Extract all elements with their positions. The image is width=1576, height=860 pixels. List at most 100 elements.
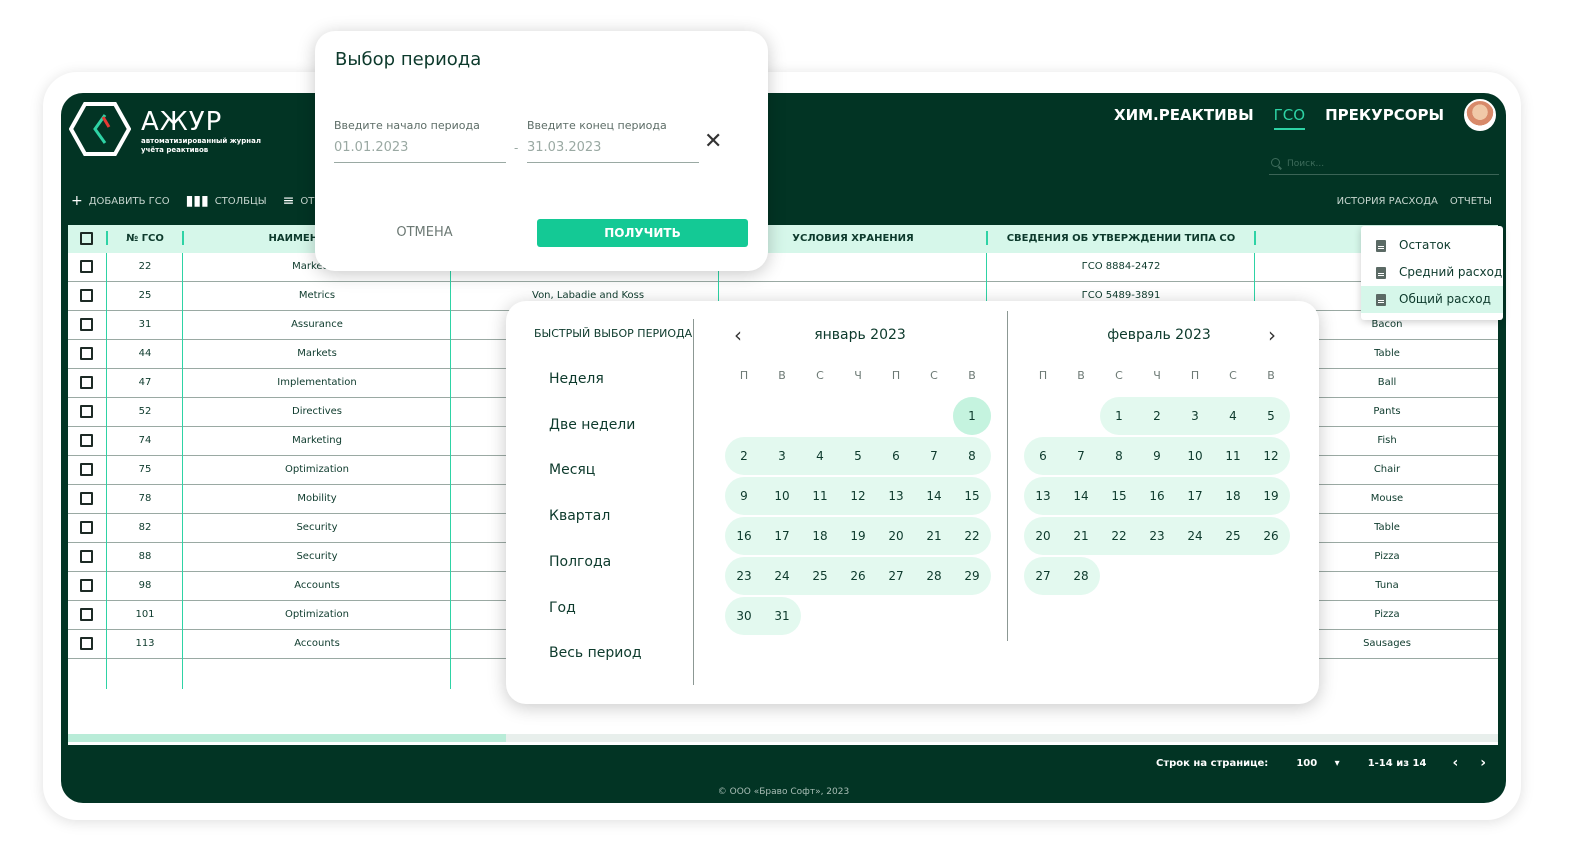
row-checkbox[interactable] <box>80 463 93 476</box>
calendar-day[interactable]: 14 <box>915 477 953 515</box>
calendar-day[interactable]: 23 <box>1138 517 1176 555</box>
calendar-day[interactable]: 22 <box>1100 517 1138 555</box>
logo[interactable]: АЖУР автоматизированный журнал учёта реа… <box>68 101 261 157</box>
calendar-day[interactable]: 7 <box>915 437 953 475</box>
report-item-balance[interactable]: Остаток <box>1361 232 1503 259</box>
table-row[interactable]: 22MarketingSpencer - BeckerГСО 8884-2472 <box>68 253 1498 282</box>
calendar-day[interactable]: 25 <box>801 557 839 595</box>
row-checkbox[interactable] <box>80 492 93 505</box>
horizontal-scrollbar[interactable] <box>68 734 1498 742</box>
search-input[interactable]: Поиск... <box>1269 155 1499 175</box>
calendar-day[interactable]: 20 <box>1024 517 1062 555</box>
calendar-day[interactable]: 9 <box>1138 437 1176 475</box>
calendar-day[interactable]: 8 <box>1100 437 1138 475</box>
quick-option[interactable]: Год <box>549 600 576 616</box>
reports-button[interactable]: ОТЧЕТЫ <box>1450 196 1492 207</box>
calendar-day[interactable]: 27 <box>1024 557 1062 595</box>
row-checkbox[interactable] <box>80 550 93 563</box>
row-checkbox[interactable] <box>80 260 93 273</box>
report-item-total[interactable]: Общий расход <box>1361 286 1503 313</box>
calendar-day[interactable]: 15 <box>1100 477 1138 515</box>
calendar-day[interactable]: 26 <box>839 557 877 595</box>
get-button[interactable]: ПОЛУЧИТЬ <box>537 219 748 247</box>
calendar-day[interactable]: 18 <box>1214 477 1252 515</box>
calendar-day[interactable]: 11 <box>801 477 839 515</box>
calendar-day[interactable]: 21 <box>915 517 953 555</box>
calendar-day[interactable]: 17 <box>1176 477 1214 515</box>
row-checkbox[interactable] <box>80 579 93 592</box>
calendar-day[interactable]: 27 <box>877 557 915 595</box>
calendar-day[interactable]: 24 <box>763 557 801 595</box>
calendar-day[interactable]: 18 <box>801 517 839 555</box>
calendar-day[interactable]: 1 <box>1100 397 1138 435</box>
quick-option[interactable]: Весь период <box>549 645 642 661</box>
calendar-day[interactable]: 14 <box>1062 477 1100 515</box>
prev-page-icon[interactable]: ‹ <box>1452 755 1458 771</box>
cancel-button[interactable]: ОТМЕНА <box>357 219 492 247</box>
quick-option[interactable]: Квартал <box>549 508 610 524</box>
calendar-day[interactable]: 29 <box>953 557 991 595</box>
calendar-day[interactable]: 8 <box>953 437 991 475</box>
calendar-day[interactable]: 9 <box>725 477 763 515</box>
calendar-day[interactable]: 13 <box>1024 477 1062 515</box>
calendar-day[interactable]: 10 <box>1176 437 1214 475</box>
history-button[interactable]: ИСТОРИЯ РАСХОДА <box>1337 196 1438 207</box>
calendar-day[interactable]: 12 <box>839 477 877 515</box>
calendar-day[interactable]: 4 <box>1214 397 1252 435</box>
calendar-day[interactable]: 28 <box>915 557 953 595</box>
calendar-day[interactable]: 3 <box>763 437 801 475</box>
row-checkbox[interactable] <box>80 608 93 621</box>
row-checkbox[interactable] <box>80 434 93 447</box>
calendar-day[interactable]: 19 <box>839 517 877 555</box>
calendar-day[interactable]: 26 <box>1252 517 1290 555</box>
row-checkbox[interactable] <box>80 405 93 418</box>
quick-option[interactable]: Месяц <box>549 462 595 478</box>
report-item-average[interactable]: Средний расход <box>1361 259 1503 286</box>
calendar-day[interactable]: 5 <box>839 437 877 475</box>
calendar-day[interactable]: 20 <box>877 517 915 555</box>
calendar-day[interactable]: 3 <box>1176 397 1214 435</box>
quick-option[interactable]: Две недели <box>549 417 635 433</box>
quick-option[interactable]: Неделя <box>549 371 604 387</box>
calendar-day[interactable]: 16 <box>725 517 763 555</box>
row-checkbox[interactable] <box>80 318 93 331</box>
end-date-input[interactable]: 31.03.2023 <box>527 137 699 163</box>
row-checkbox[interactable] <box>80 289 93 302</box>
calendar-day[interactable]: 5 <box>1252 397 1290 435</box>
start-date-input[interactable]: 01.01.2023 <box>334 137 506 163</box>
calendar-day[interactable]: 19 <box>1252 477 1290 515</box>
quick-option[interactable]: Полгода <box>549 554 611 570</box>
calendar-day[interactable]: 11 <box>1214 437 1252 475</box>
close-icon[interactable]: ✕ <box>704 129 722 154</box>
calendar-day[interactable]: 16 <box>1138 477 1176 515</box>
scrollbar-thumb[interactable] <box>68 734 506 742</box>
row-checkbox[interactable] <box>80 376 93 389</box>
rows-per-page-select[interactable]: 100 ▾ <box>1282 758 1339 769</box>
calendar-day[interactable]: 2 <box>1138 397 1176 435</box>
calendar-day[interactable]: 15 <box>953 477 991 515</box>
calendar-day[interactable]: 2 <box>725 437 763 475</box>
header-approval[interactable]: СВЕДЕНИЯ ОБ УТВЕРЖДЕНИИ ТИПА СО <box>988 225 1254 253</box>
calendar-day[interactable]: 12 <box>1252 437 1290 475</box>
calendar-day[interactable]: 23 <box>725 557 763 595</box>
header-num[interactable]: № ГСО <box>108 225 182 253</box>
row-checkbox[interactable] <box>80 347 93 360</box>
calendar-day[interactable]: 30 <box>725 597 763 635</box>
nav-precursors[interactable]: ПРЕКУРСОРЫ <box>1325 100 1444 130</box>
calendar-day[interactable]: 6 <box>1024 437 1062 475</box>
calendar-day[interactable]: 4 <box>801 437 839 475</box>
nav-gso[interactable]: ГСО <box>1273 100 1306 130</box>
add-gso-button[interactable]: + ДОБАВИТЬ ГСО <box>71 193 170 209</box>
nav-chem-reagents[interactable]: ХИМ.РЕАКТИВЫ <box>1114 100 1254 130</box>
select-all-checkbox[interactable] <box>80 232 93 245</box>
calendar-day[interactable]: 10 <box>763 477 801 515</box>
avatar[interactable] <box>1464 99 1496 131</box>
columns-button[interactable]: ▮▮▮ СТОЛБЦЫ <box>186 193 267 209</box>
calendar-day[interactable]: 24 <box>1176 517 1214 555</box>
calendar-day[interactable]: 13 <box>877 477 915 515</box>
calendar-day[interactable]: 31 <box>763 597 801 635</box>
row-checkbox[interactable] <box>80 637 93 650</box>
calendar-day[interactable]: 1 <box>953 397 991 435</box>
calendar-day[interactable]: 7 <box>1062 437 1100 475</box>
calendar-day[interactable]: 28 <box>1062 557 1100 595</box>
